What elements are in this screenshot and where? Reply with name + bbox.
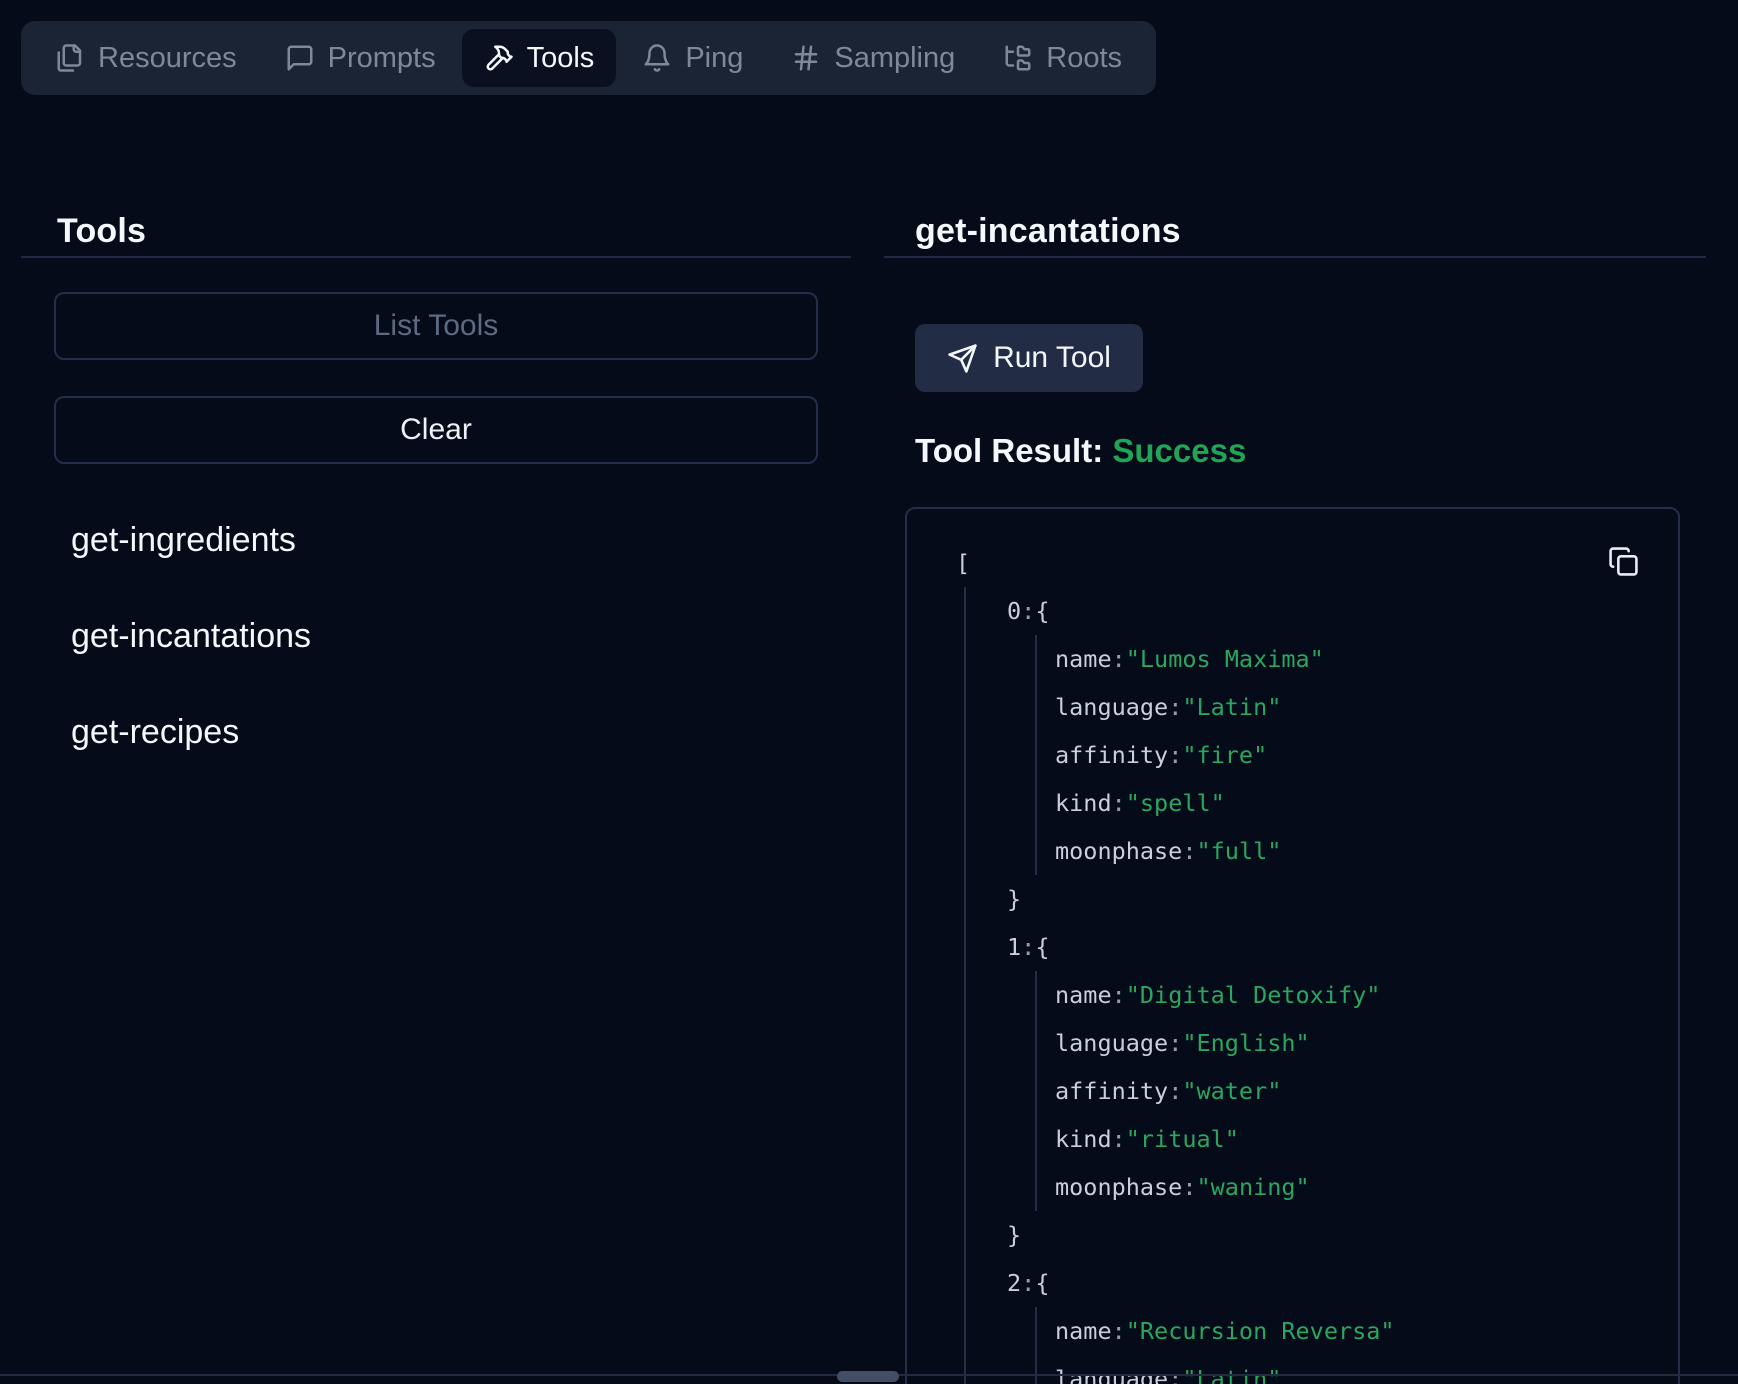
tool-result-line: Tool Result: Success [915, 432, 1246, 470]
run-tool-button[interactable]: Run Tool [915, 324, 1143, 392]
tab-ping[interactable]: Ping [620, 29, 765, 87]
tab-label: Sampling [834, 42, 955, 75]
left-divider [21, 256, 851, 258]
clear-button[interactable]: Clear [54, 396, 818, 464]
send-icon [947, 343, 978, 374]
tool-result-panel: [0: {name: "Lumos Maxima"language: "Lati… [905, 507, 1680, 1384]
tab-resources[interactable]: Resources [33, 29, 259, 87]
tab-roots[interactable]: Roots [981, 29, 1144, 87]
json-line: affinity: "water" [1055, 1067, 1608, 1115]
json-line: moonphase: "waning" [1055, 1163, 1608, 1211]
json-line: kind: "spell" [1055, 779, 1608, 827]
json-line: language: "Latin" [1055, 683, 1608, 731]
json-line: 2: { [1007, 1259, 1608, 1307]
tab-sampling[interactable]: Sampling [769, 29, 977, 87]
tool-item-get-ingredients[interactable]: get-ingredients [71, 506, 311, 574]
json-line: language: "English" [1055, 1019, 1608, 1067]
tool-item-get-recipes[interactable]: get-recipes [71, 698, 311, 766]
folder-tree-icon [1003, 43, 1033, 73]
json-line: affinity: "fire" [1055, 731, 1608, 779]
files-icon [55, 43, 85, 73]
json-line: 0: { [1007, 587, 1608, 635]
json-object-block: name: "Digital Detoxify"language: "Engli… [1035, 971, 1608, 1211]
right-divider [884, 256, 1706, 258]
run-tool-label: Run Tool [993, 341, 1111, 375]
selected-tool-title: get-incantations [915, 212, 1181, 251]
hammer-icon [484, 43, 514, 73]
tool-result-status: Success [1112, 432, 1246, 469]
json-line: 1: { [1007, 923, 1608, 971]
json-line: language: "Latin" [1055, 1355, 1608, 1384]
tool-result-label: Tool Result: [915, 432, 1103, 469]
tab-label: Ping [685, 42, 743, 75]
tab-label: Resources [98, 42, 237, 75]
app-window: Resources Prompts Tools Ping Sampling Roots T… [0, 0, 1738, 1384]
hash-icon [791, 43, 821, 73]
tab-label: Prompts [328, 42, 436, 75]
message-square-icon [285, 43, 315, 73]
bell-icon [642, 43, 672, 73]
json-line: name: "Lumos Maxima" [1055, 635, 1608, 683]
json-line: name: "Digital Detoxify" [1055, 971, 1608, 1019]
tab-bar: Resources Prompts Tools Ping Sampling Roots [21, 21, 1156, 95]
copy-icon-button[interactable] [1608, 543, 1644, 579]
json-object-block: name: "Recursion Reversa"language: "Lati… [1035, 1307, 1608, 1384]
json-tree: [0: {name: "Lumos Maxima"language: "Lati… [907, 509, 1678, 1384]
tab-label: Tools [527, 42, 595, 75]
tab-label: Roots [1046, 42, 1122, 75]
tool-list: get-ingredients get-incantations get-recip… [71, 506, 311, 794]
horizontal-scrollbar-thumb[interactable] [837, 1371, 899, 1382]
json-line: name: "Recursion Reversa" [1055, 1307, 1608, 1355]
json-line: } [1007, 1211, 1608, 1259]
tab-prompts[interactable]: Prompts [263, 29, 458, 87]
json-line: moonphase: "full" [1055, 827, 1608, 875]
json-line: kind: "ritual" [1055, 1115, 1608, 1163]
json-line: [ [956, 539, 1608, 587]
json-object-block: name: "Lumos Maxima"language: "Latin"aff… [1035, 635, 1608, 875]
list-tools-button[interactable]: List Tools [54, 292, 818, 360]
json-array-block: 0: {name: "Lumos Maxima"language: "Latin… [964, 587, 1608, 1384]
json-line: } [1007, 875, 1608, 923]
tab-tools[interactable]: Tools [462, 29, 617, 87]
left-panel-title: Tools [57, 212, 146, 251]
tool-item-get-incantations[interactable]: get-incantations [71, 602, 311, 670]
